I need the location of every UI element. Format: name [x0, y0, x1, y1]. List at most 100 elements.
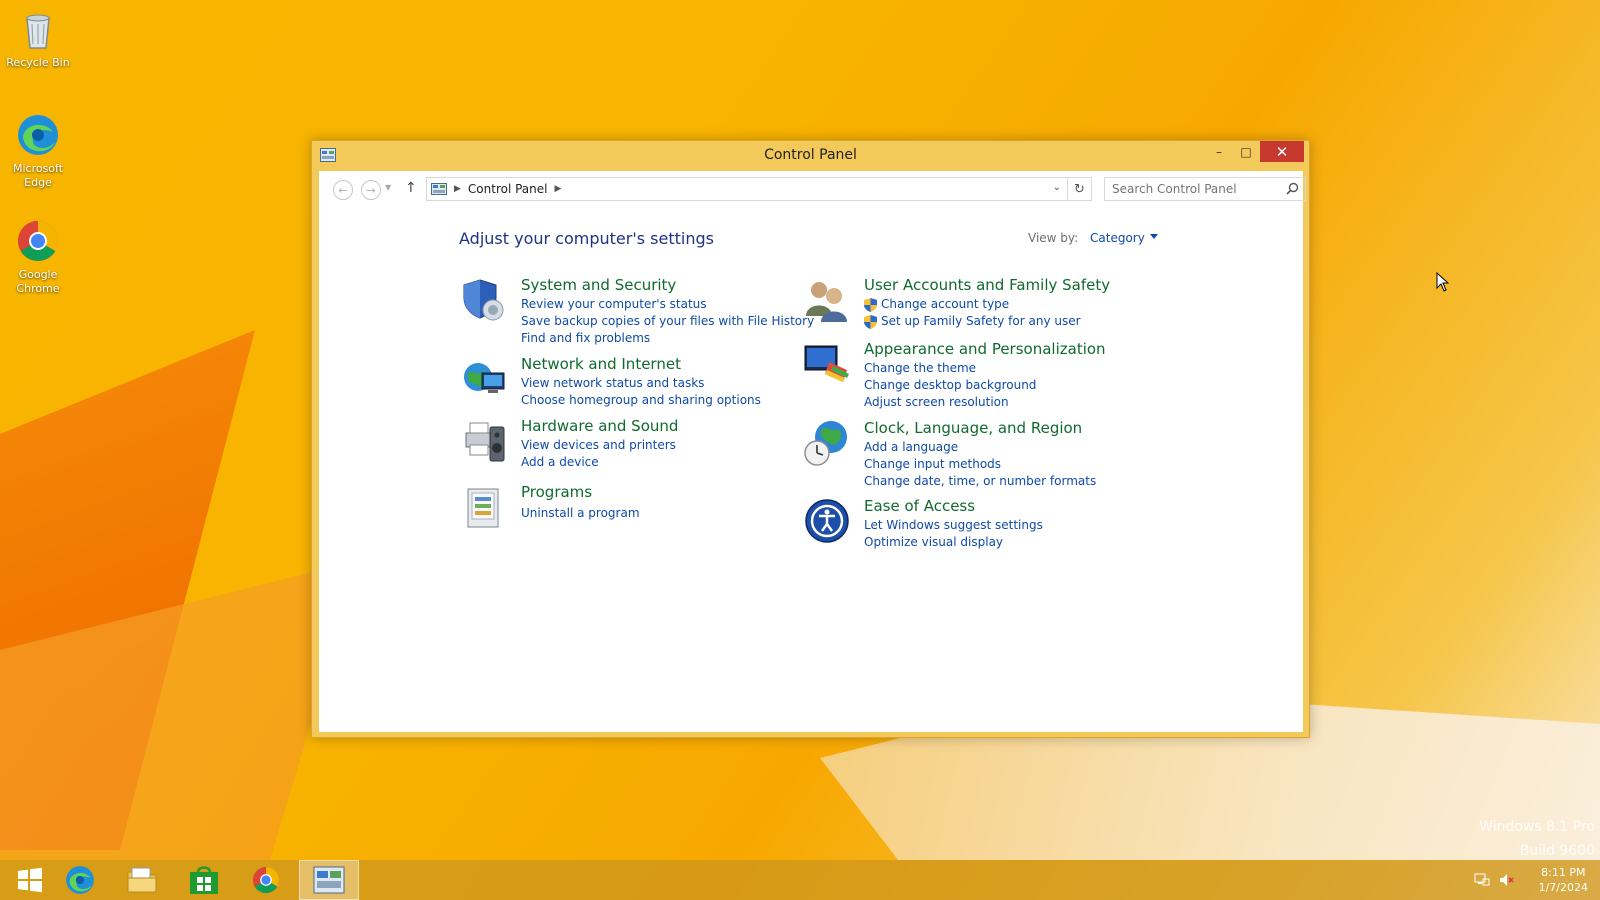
family-safety-link[interactable]: Set up Family Safety for any user: [864, 313, 1081, 330]
category-title-link[interactable]: Hardware and Sound: [521, 417, 678, 435]
taskbar-control-panel[interactable]: [299, 860, 359, 900]
breadcrumb-control-panel[interactable]: Control Panel: [468, 182, 548, 196]
monitor-palette-icon[interactable]: [803, 340, 851, 388]
desktop-icon-label: Edge: [24, 176, 52, 189]
taskbar-edge[interactable]: [50, 860, 110, 900]
uninstall-program-link[interactable]: Uninstall a program: [521, 505, 640, 522]
wallpaper-shape: [0, 330, 255, 850]
chevron-down-icon[interactable]: [1150, 234, 1158, 239]
control-panel-content: ← → ▼ ↑ ▶ Control Panel ▶ ⌄ ↻ Search Con…: [319, 171, 1306, 732]
category-title-link[interactable]: System and Security: [521, 276, 676, 294]
window-title: Control Panel: [764, 147, 857, 163]
file-explorer-icon: [127, 867, 157, 893]
system-clock[interactable]: 8:11 PM 1/7/2024: [1539, 865, 1588, 895]
optimize-visual-display-link[interactable]: Optimize visual display: [864, 534, 1043, 551]
category-title-link[interactable]: Appearance and Personalization: [864, 340, 1106, 358]
find-fix-problems-link[interactable]: Find and fix problems: [521, 330, 814, 347]
link-text: Set up Family Safety for any user: [881, 314, 1081, 328]
forward-button[interactable]: →: [361, 180, 381, 200]
desktop-icon-chrome[interactable]: Google Chrome: [0, 218, 76, 296]
shield-security-icon[interactable]: [460, 276, 508, 324]
arrow-right-icon: →: [366, 183, 376, 197]
users-icon[interactable]: [803, 276, 851, 324]
printer-speaker-icon[interactable]: [460, 417, 508, 465]
uac-shield-icon: [864, 315, 877, 329]
suggest-settings-link[interactable]: Let Windows suggest settings: [864, 517, 1043, 534]
refresh-button[interactable]: ↻: [1068, 177, 1092, 201]
network-status-link[interactable]: View network status and tasks: [521, 375, 761, 392]
address-dropdown-icon[interactable]: ⌄: [1053, 182, 1061, 193]
clock-time: 8:11 PM: [1541, 866, 1586, 879]
view-by-label: View by:: [1028, 231, 1079, 245]
refresh-icon: ↻: [1074, 181, 1085, 197]
store-icon: [190, 866, 218, 894]
edge-icon: [15, 112, 61, 158]
category-title-link[interactable]: Network and Internet: [521, 355, 681, 373]
taskbar: 8:11 PM 1/7/2024: [0, 860, 1600, 900]
up-button[interactable]: ↑: [405, 180, 417, 196]
screen-resolution-link[interactable]: Adjust screen resolution: [864, 394, 1036, 411]
search-icon[interactable]: [1286, 182, 1299, 195]
taskbar-file-explorer[interactable]: [112, 860, 172, 900]
control-panel-icon: [313, 866, 345, 894]
uac-shield-icon: [864, 298, 877, 312]
chrome-icon: [15, 218, 61, 264]
review-status-link[interactable]: Review your computer's status: [521, 296, 814, 313]
arrow-up-icon: ↑: [405, 180, 417, 196]
change-theme-link[interactable]: Change the theme: [864, 360, 1036, 377]
breadcrumb-separator-icon[interactable]: ▶: [555, 184, 562, 194]
desktop-background-link[interactable]: Change desktop background: [864, 377, 1036, 394]
close-button[interactable]: ✕: [1260, 141, 1304, 162]
category-title-link[interactable]: User Accounts and Family Safety: [864, 276, 1110, 294]
desktop-icon-label: Microsoft: [12, 162, 64, 175]
homegroup-sharing-link[interactable]: Choose homegroup and sharing options: [521, 392, 761, 409]
desktop-icon-edge[interactable]: Microsoft Edge: [0, 112, 76, 190]
file-history-link[interactable]: Save backup copies of your files with Fi…: [521, 313, 814, 330]
minimize-button[interactable]: –: [1205, 141, 1233, 162]
desktop-icon-label: Chrome: [16, 282, 60, 295]
recycle-bin-icon: [15, 6, 61, 52]
change-account-type-link[interactable]: Change account type: [864, 296, 1081, 313]
category-title-link[interactable]: Ease of Access: [864, 497, 975, 515]
network-globe-icon[interactable]: [460, 355, 508, 403]
network-icon[interactable]: [1474, 872, 1490, 888]
edge-icon: [66, 866, 94, 894]
programs-icon[interactable]: [460, 483, 508, 531]
maximize-button[interactable]: □: [1232, 141, 1260, 162]
watermark-edition: Windows 8.1 Pro: [1479, 819, 1595, 835]
mouse-cursor-icon: [1436, 272, 1450, 292]
arrow-left-icon: ←: [338, 183, 348, 197]
back-button[interactable]: ←: [333, 180, 353, 200]
taskbar-store[interactable]: [174, 860, 234, 900]
input-methods-link[interactable]: Change input methods: [864, 456, 1096, 473]
windows-watermark: Windows 8.1 Pro Build 9600: [1479, 815, 1595, 863]
desktop-icon-recycle-bin[interactable]: Recycle Bin: [0, 6, 76, 70]
view-by-dropdown[interactable]: Category: [1090, 231, 1145, 245]
date-time-formats-link[interactable]: Change date, time, or number formats: [864, 473, 1096, 490]
navigation-bar: ← → ▼ ↑ ▶ Control Panel ▶ ⌄ ↻: [319, 171, 1306, 207]
wallpaper-shape: [0, 560, 360, 860]
volume-muted-icon[interactable]: [1498, 872, 1514, 888]
recent-locations-dropdown[interactable]: ▼: [385, 183, 391, 192]
category-title-link[interactable]: Programs: [521, 483, 592, 501]
add-device-link[interactable]: Add a device: [521, 454, 676, 471]
chrome-icon: [252, 866, 280, 894]
devices-printers-link[interactable]: View devices and printers: [521, 437, 676, 454]
category-title-link[interactable]: Clock, Language, and Region: [864, 419, 1082, 437]
control-panel-icon: [431, 183, 447, 195]
desktop-icon-label: Google: [18, 268, 58, 281]
address-bar[interactable]: ▶ Control Panel ▶ ⌄: [426, 177, 1068, 201]
taskbar-chrome[interactable]: [236, 860, 296, 900]
clock-globe-icon[interactable]: [803, 419, 851, 467]
breadcrumb-separator-icon[interactable]: ▶: [454, 184, 461, 194]
search-input[interactable]: [1112, 182, 1282, 196]
ease-of-access-icon[interactable]: [803, 497, 851, 545]
desktop-icon-label: Recycle Bin: [6, 56, 70, 69]
page-title: Adjust your computer's settings: [459, 229, 714, 248]
link-text: Change account type: [881, 297, 1010, 311]
start-icon: [18, 867, 42, 893]
add-language-link[interactable]: Add a language: [864, 439, 1096, 456]
control-panel-window: Control Panel – □ ✕ ← → ▼ ↑ ▶ Control Pa…: [311, 140, 1310, 738]
title-bar[interactable]: Control Panel – □ ✕: [312, 141, 1309, 171]
search-box[interactable]: [1104, 177, 1306, 201]
